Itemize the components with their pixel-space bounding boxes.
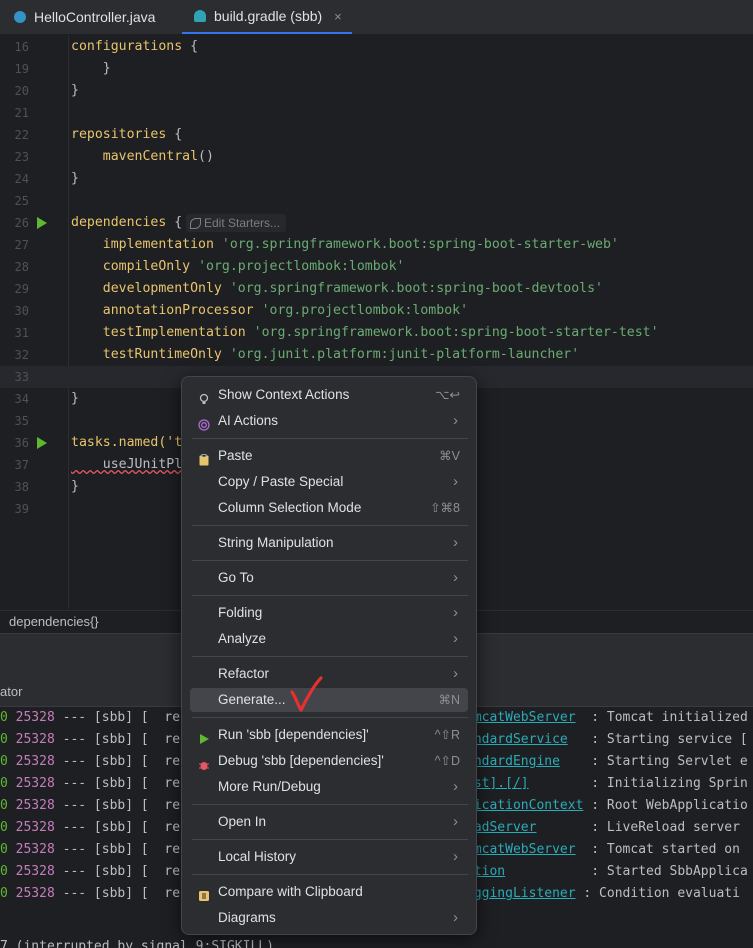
menu-item-generate[interactable]: Generate... ⌘N (190, 688, 468, 712)
tab-label: HelloController.java (34, 9, 156, 25)
console-line-tail: andardService : Starting service [ (466, 732, 748, 747)
red-checkmark-annotation (290, 676, 323, 712)
menu-item-paste[interactable]: Paste ⌘V (190, 444, 468, 468)
menu-item-debug[interactable]: Debug 'sbb [dependencies]' ^⇧D (190, 749, 468, 773)
code-line: 29 developmentOnly 'org.springframework.… (14, 281, 603, 296)
menu-separator (192, 839, 468, 840)
code-line: 23 mavenCentral() (14, 149, 214, 164)
console-line-tail: oggingListener : Condition evaluati (466, 886, 740, 901)
console-line: 0 25328 --- [sbb] [ res (0, 776, 188, 791)
clipboard-icon (198, 450, 210, 466)
console-line-tail: licationContext : Root WebApplicatio (466, 798, 748, 813)
editor-tab-bar: HelloController.java build.gradle (sbb) … (0, 0, 753, 35)
run-icon (198, 729, 210, 744)
code-line: 21 (14, 106, 29, 120)
code-line: 27 implementation 'org.springframework.b… (14, 237, 619, 252)
gradle-elephant-icon (194, 10, 206, 22)
ai-spiral-icon (198, 415, 210, 431)
run-gutter-icon[interactable] (37, 437, 47, 449)
menu-item-refactor[interactable]: Refactor › (190, 662, 468, 686)
code-line: 26 dependencies { Edit Starters... (0, 212, 753, 234)
console-line: 0 25328 --- [sbb] [ res (0, 754, 188, 769)
editor-context-menu: Show Context Actions ⌥↩ AI Actions › Paste… (181, 376, 477, 935)
code-line: 28 compileOnly 'org.projectlombok:lombok… (14, 259, 405, 274)
spring-leaf-icon (190, 218, 201, 229)
code-line: 19 } (14, 61, 111, 76)
console-line: 0 25328 --- [sbb] [ res (0, 798, 188, 813)
menu-item-local-history[interactable]: Local History › (190, 845, 468, 869)
close-icon[interactable]: × (334, 9, 342, 24)
console-line: 0 25328 --- [sbb] [ res (0, 710, 188, 725)
menu-item-compare-with-clipboard[interactable]: Compare with Clipboard (190, 880, 468, 904)
menu-item-show-context-actions[interactable]: Show Context Actions ⌥↩ (190, 383, 468, 407)
menu-item-ai-actions[interactable]: AI Actions › (190, 409, 468, 433)
code-line: 20 } (14, 83, 79, 98)
panel-title[interactable]: ator (0, 684, 22, 699)
menu-separator (192, 595, 468, 596)
code-line: 31 testImplementation 'org.springframewo… (14, 325, 659, 340)
console-line-tail: ation : Started SbbApplica (466, 864, 748, 879)
console-line: 0 25328 --- [sbb] [ res (0, 864, 188, 879)
menu-item-more-run-debug[interactable]: More Run/Debug › (190, 775, 468, 799)
menu-item-column-selection-mode[interactable]: Column Selection Mode ⇧⌘8 (190, 496, 468, 520)
menu-item-diagrams[interactable]: Diagrams › (190, 906, 468, 930)
tab-build-gradle[interactable]: build.gradle (sbb) × (182, 0, 352, 34)
console-line-tail: ost].[/] : Initializing Sprin (466, 776, 748, 791)
menu-separator (192, 525, 468, 526)
menu-item-open-in[interactable]: Open In › (190, 810, 468, 834)
tab-hello-controller[interactable]: HelloController.java (14, 0, 155, 34)
console-line-tail: omcatWebServer : Tomcat started on (466, 842, 740, 857)
code-line: 16 configurations { (14, 39, 199, 54)
menu-item-analyze[interactable]: Analyze › (190, 627, 468, 651)
console-line-tail: oadServer : LiveReload server (466, 820, 740, 835)
console-line-tail: andardEngine : Starting Servlet e (466, 754, 748, 769)
menu-item-string-manipulation[interactable]: String Manipulation › (190, 531, 468, 555)
compare-icon (198, 886, 210, 901)
menu-item-folding[interactable]: Folding › (190, 601, 468, 625)
console-line: 0 25328 --- [sbb] [ res (0, 842, 188, 857)
menu-separator (192, 656, 468, 657)
console-line-tail: omcatWebServer : Tomcat initialized (466, 710, 748, 725)
edit-starters-hint[interactable]: Edit Starters... (186, 214, 287, 232)
code-line: 24 } (14, 171, 79, 186)
console-process-end: 7 (interrupted by signal 9:SIGKILL) (0, 939, 274, 948)
menu-separator (192, 874, 468, 875)
console-line: 0 25328 --- [sbb] [ res (0, 732, 188, 747)
console-line: 0 25328 --- [sbb] [ res (0, 820, 188, 835)
menu-item-go-to[interactable]: Go To › (190, 566, 468, 590)
breadcrumb-item[interactable]: dependencies{} (9, 614, 99, 629)
menu-item-copy-paste-special[interactable]: Copy / Paste Special › (190, 470, 468, 494)
console-line: 0 25328 --- [sbb] [ res (0, 886, 188, 901)
lightbulb-icon (198, 389, 210, 404)
menu-separator (192, 438, 468, 439)
java-class-icon (14, 11, 26, 23)
code-line: 22 repositories { (14, 127, 183, 142)
tab-label: build.gradle (sbb) (214, 8, 323, 24)
menu-item-run[interactable]: Run 'sbb [dependencies]' ^⇧R (190, 723, 468, 747)
menu-separator (192, 804, 468, 805)
menu-separator (192, 717, 468, 718)
menu-separator (192, 560, 468, 561)
debug-bug-icon (198, 755, 210, 770)
code-line: 32 testRuntimeOnly 'org.junit.platform:j… (14, 347, 580, 362)
code-line: 30 annotationProcessor 'org.projectlombo… (14, 303, 469, 318)
run-gutter-icon[interactable] (37, 217, 47, 229)
code-line: 25 (14, 194, 29, 208)
